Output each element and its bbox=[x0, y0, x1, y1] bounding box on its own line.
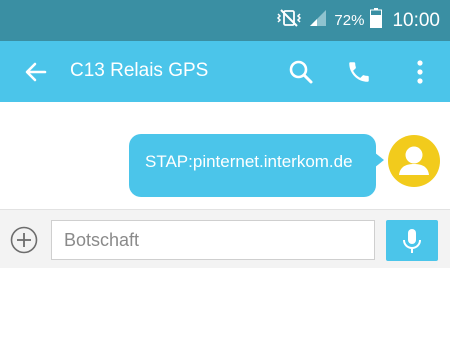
vibrate-mute-icon bbox=[276, 8, 302, 33]
message-bubble[interactable]: STAP:pinternet.interkom.de bbox=[129, 134, 376, 197]
phone-icon[interactable] bbox=[346, 59, 372, 85]
message-input[interactable] bbox=[51, 220, 375, 260]
battery-percent: 72% bbox=[334, 12, 365, 29]
message-text: STAP:pinternet.interkom.de bbox=[145, 152, 353, 171]
signal-icon bbox=[308, 8, 328, 33]
message-list: STAP:pinternet.interkom.de bbox=[0, 102, 450, 209]
battery-icon bbox=[370, 8, 383, 33]
compose-bar bbox=[0, 209, 450, 268]
conversation-title: C13 Relais GPS bbox=[70, 60, 209, 81]
add-circle-icon[interactable] bbox=[10, 226, 38, 254]
status-icons: 72% 10:00 bbox=[276, 0, 440, 41]
clock: 10:00 bbox=[392, 9, 440, 31]
search-icon[interactable] bbox=[288, 59, 314, 85]
mic-button[interactable] bbox=[386, 220, 438, 261]
person-icon bbox=[399, 146, 429, 175]
status-bar: 72% 10:00 bbox=[0, 0, 450, 41]
mic-icon bbox=[403, 229, 421, 253]
more-vert-icon[interactable] bbox=[408, 59, 432, 85]
bubble-tail bbox=[374, 152, 384, 168]
app-bar: C13 Relais GPS bbox=[0, 41, 450, 102]
back-arrow-icon[interactable] bbox=[24, 60, 48, 84]
avatar[interactable] bbox=[388, 135, 440, 187]
